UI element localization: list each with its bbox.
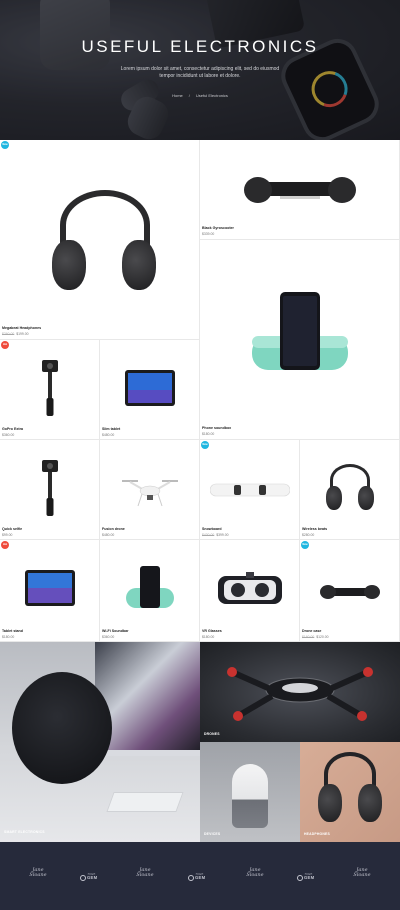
product-price: $430.00 $399.00 [202,533,229,537]
new-badge: New [1,141,9,149]
product-name[interactable]: Drone case [302,629,321,633]
new-badge: New [301,541,309,549]
speaker-image [12,672,112,784]
product-price: $480.00 [102,533,115,537]
brand-logo[interactable]: Jane Sloane [133,868,157,878]
product-name[interactable]: Slim tablet [102,427,120,431]
selfie-stick-image [42,460,58,516]
headphones-image [325,464,375,514]
vr-glasses-image [218,572,282,604]
product-name[interactable]: Quick selfie [2,527,22,531]
product-price: $180.00 [2,635,15,639]
product-card[interactable]: New Snowboard $430.00 $399.00 [200,440,300,540]
drone-image [227,667,373,721]
keyboard-image [106,792,184,812]
brand-logo[interactable]: Jane Sloane [350,868,374,878]
product-price: $99.00 [2,533,13,537]
product-card[interactable]: VR Glasses $180.00 [200,540,300,642]
product-price: $180.00 [202,635,215,639]
brand-logo[interactable]: HIGH GEM [80,873,97,881]
product-card[interactable]: Hot GoPro Extra $360.00 [0,340,100,440]
brand-logo[interactable]: HIGH GEM [188,873,205,881]
product-name[interactable]: Tablet stand [2,629,23,633]
brand-logos: Jane Sloane HIGH GEM Jane Sloane HIGH GEM Ja… [0,842,400,910]
headphones-image [318,752,382,832]
gyroscooter-image [320,585,380,599]
product-card[interactable]: Quick selfie $99.00 [0,440,100,540]
product-name[interactable]: Wi-Fi Soundbar [102,629,129,633]
hero-subtitle: Lorem ipsum dolor sit amet, consectetur … [120,66,280,79]
product-price: $360.00 [102,635,115,639]
product-price: $480.00 [102,433,115,437]
product-card[interactable]: Phone soundbox $180.00 [200,240,400,440]
gem-icon [297,875,303,881]
product-name[interactable]: VR Glasses [202,629,222,633]
product-price: $280.00 [302,533,315,537]
product-name[interactable]: Snowboard [202,527,222,531]
gem-icon [80,875,86,881]
category-drones[interactable]: DRONES [200,642,400,742]
product-card[interactable]: Slim tablet $480.00 [100,340,200,440]
product-card[interactable]: New Megabeat Headphones $260.00 $199.00 [0,140,200,340]
product-name[interactable]: GoPro Extra [2,427,23,431]
category-collage: SMART ELECTRONICS DRONES DEVICES HEADPHO… [0,642,400,842]
product-price: $339.00 [202,232,215,236]
product-card[interactable]: Wireless beats $280.00 [300,440,400,540]
product-name[interactable]: Phone soundbox [202,426,231,430]
product-name[interactable]: Fusion drone [102,527,125,531]
brand-logo[interactable]: Jane Sloane [26,868,50,878]
phone-soundbox-image [252,292,348,370]
tablet-image [25,570,75,606]
product-price: $160.00 $120.00 [302,635,329,639]
gopro-selfie-stick-image [42,360,58,416]
tablet-image [125,370,175,406]
breadcrumb: Home / Useful Electronics [172,93,228,98]
product-name[interactable]: Megabeat Headphones [2,326,41,330]
product-name[interactable]: Wireless beats [302,527,327,531]
monitor-stand [96,750,200,756]
product-price: $360.00 [2,433,15,437]
category-label[interactable]: DEVICES [204,832,220,836]
new-badge: New [201,441,209,449]
hot-badge: Hot [1,541,9,549]
brand-logo[interactable]: HIGH GEM [297,873,314,881]
product-card[interactable]: Fusion drone $480.00 [100,440,200,540]
headphones-image [50,190,160,300]
gyroscooter-image [244,177,356,203]
product-card[interactable]: Black Gyroscooter $339.00 [200,140,400,240]
product-price: $260.00 $199.00 [2,332,29,336]
category-headphones[interactable]: HEADPHONES [300,742,400,842]
breadcrumb-current: Useful Electronics [195,93,228,98]
snowboard-image [210,483,290,497]
category-label[interactable]: SMART ELECTRONICS [4,830,45,834]
product-card[interactable]: Wi-Fi Soundbar $360.00 [100,540,200,642]
smart-speaker-image [232,764,268,828]
hot-badge: Hot [1,341,9,349]
brand-logo[interactable]: Jane Sloane [243,868,267,878]
product-price: $180.00 [202,432,215,436]
product-name[interactable]: Black Gyroscooter [202,226,234,230]
drone-image [122,480,178,507]
product-grid: New Megabeat Headphones $260.00 $199.00 B… [0,140,400,642]
hero-banner: USEFUL ELECTRONICS Lorem ipsum dolor sit… [0,0,400,140]
page-title: USEFUL ELECTRONICS [81,37,319,56]
product-card[interactable]: New Drone case $160.00 $120.00 [300,540,400,642]
soundbar-image [126,566,174,608]
category-label[interactable]: HEADPHONES [304,832,330,836]
product-card[interactable]: Hot Tablet stand $180.00 [0,540,100,642]
category-label[interactable]: DRONES [204,732,220,736]
breadcrumb-home-link[interactable]: Home [172,93,183,98]
gem-icon [188,875,194,881]
category-smart-electronics[interactable]: SMART ELECTRONICS [0,642,200,842]
category-devices[interactable]: DEVICES [200,742,300,842]
